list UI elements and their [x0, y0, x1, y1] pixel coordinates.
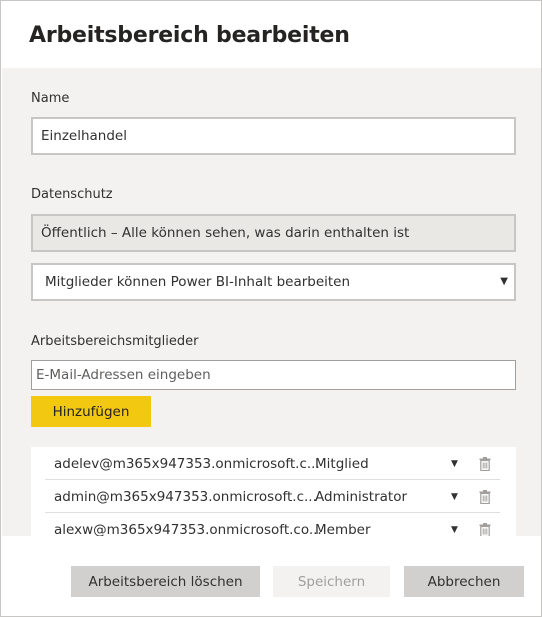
chevron-down-icon[interactable]: ▼ — [451, 525, 458, 535]
name-label: Name — [31, 91, 70, 106]
member-email: adelev@m365x947353.onmicrosoft.c... — [54, 456, 320, 472]
workspace-name-value: Einzelhandel — [41, 128, 127, 144]
chevron-down-icon[interactable]: ▼ — [451, 492, 458, 502]
member-role-select[interactable]: Administrator — [315, 489, 407, 505]
members-label: Arbeitsbereichsmitglieder — [31, 334, 199, 349]
privacy-label: Datenschutz — [31, 187, 113, 202]
permission-select[interactable]: Mitglieder können Power BI-Inhalt bearbe… — [31, 263, 516, 301]
add-member-button[interactable]: Hinzufügen — [31, 396, 151, 427]
member-email: admin@m365x947353.onmicrosoft.c... — [54, 489, 317, 505]
trash-icon[interactable] — [479, 490, 491, 504]
edit-workspace-dialog: Arbeitsbereich bearbeiten Name Einzelhan… — [0, 0, 542, 617]
privacy-value: Öffentlich – Alle können sehen, was dari… — [41, 225, 410, 241]
member-role-select[interactable]: Mitglied — [315, 456, 369, 472]
chevron-down-icon: ▼ — [500, 276, 508, 287]
workspace-name-field[interactable]: Einzelhandel — [31, 117, 516, 155]
email-placeholder: E-Mail-Adressen eingeben — [36, 367, 211, 383]
delete-workspace-button[interactable]: Arbeitsbereich löschen — [71, 566, 260, 597]
permission-value: Mitglieder können Power BI-Inhalt bearbe… — [45, 274, 351, 290]
save-button[interactable]: Speichern — [273, 566, 390, 597]
privacy-field: Öffentlich – Alle können sehen, was dari… — [31, 214, 516, 252]
member-row: alexw@m365x947353.onmicrosoft.co... Memb… — [45, 514, 500, 536]
row-divider — [45, 479, 500, 480]
member-email: alexw@m365x947353.onmicrosoft.co... — [54, 522, 322, 536]
member-list: adelev@m365x947353.onmicrosoft.c... Mitg… — [31, 447, 516, 536]
email-input[interactable]: E-Mail-Adressen eingeben — [31, 360, 516, 390]
row-divider — [45, 512, 500, 513]
cancel-button[interactable]: Abbrechen — [404, 566, 524, 597]
member-role-select[interactable]: Member — [315, 522, 371, 536]
member-row: admin@m365x947353.onmicrosoft.c... Admin… — [45, 481, 500, 513]
chevron-down-icon[interactable]: ▼ — [451, 459, 458, 469]
member-row: adelev@m365x947353.onmicrosoft.c... Mitg… — [45, 448, 500, 480]
trash-icon[interactable] — [479, 523, 491, 536]
trash-icon[interactable] — [479, 457, 491, 471]
dialog-title: Arbeitsbereich bearbeiten — [29, 23, 350, 48]
